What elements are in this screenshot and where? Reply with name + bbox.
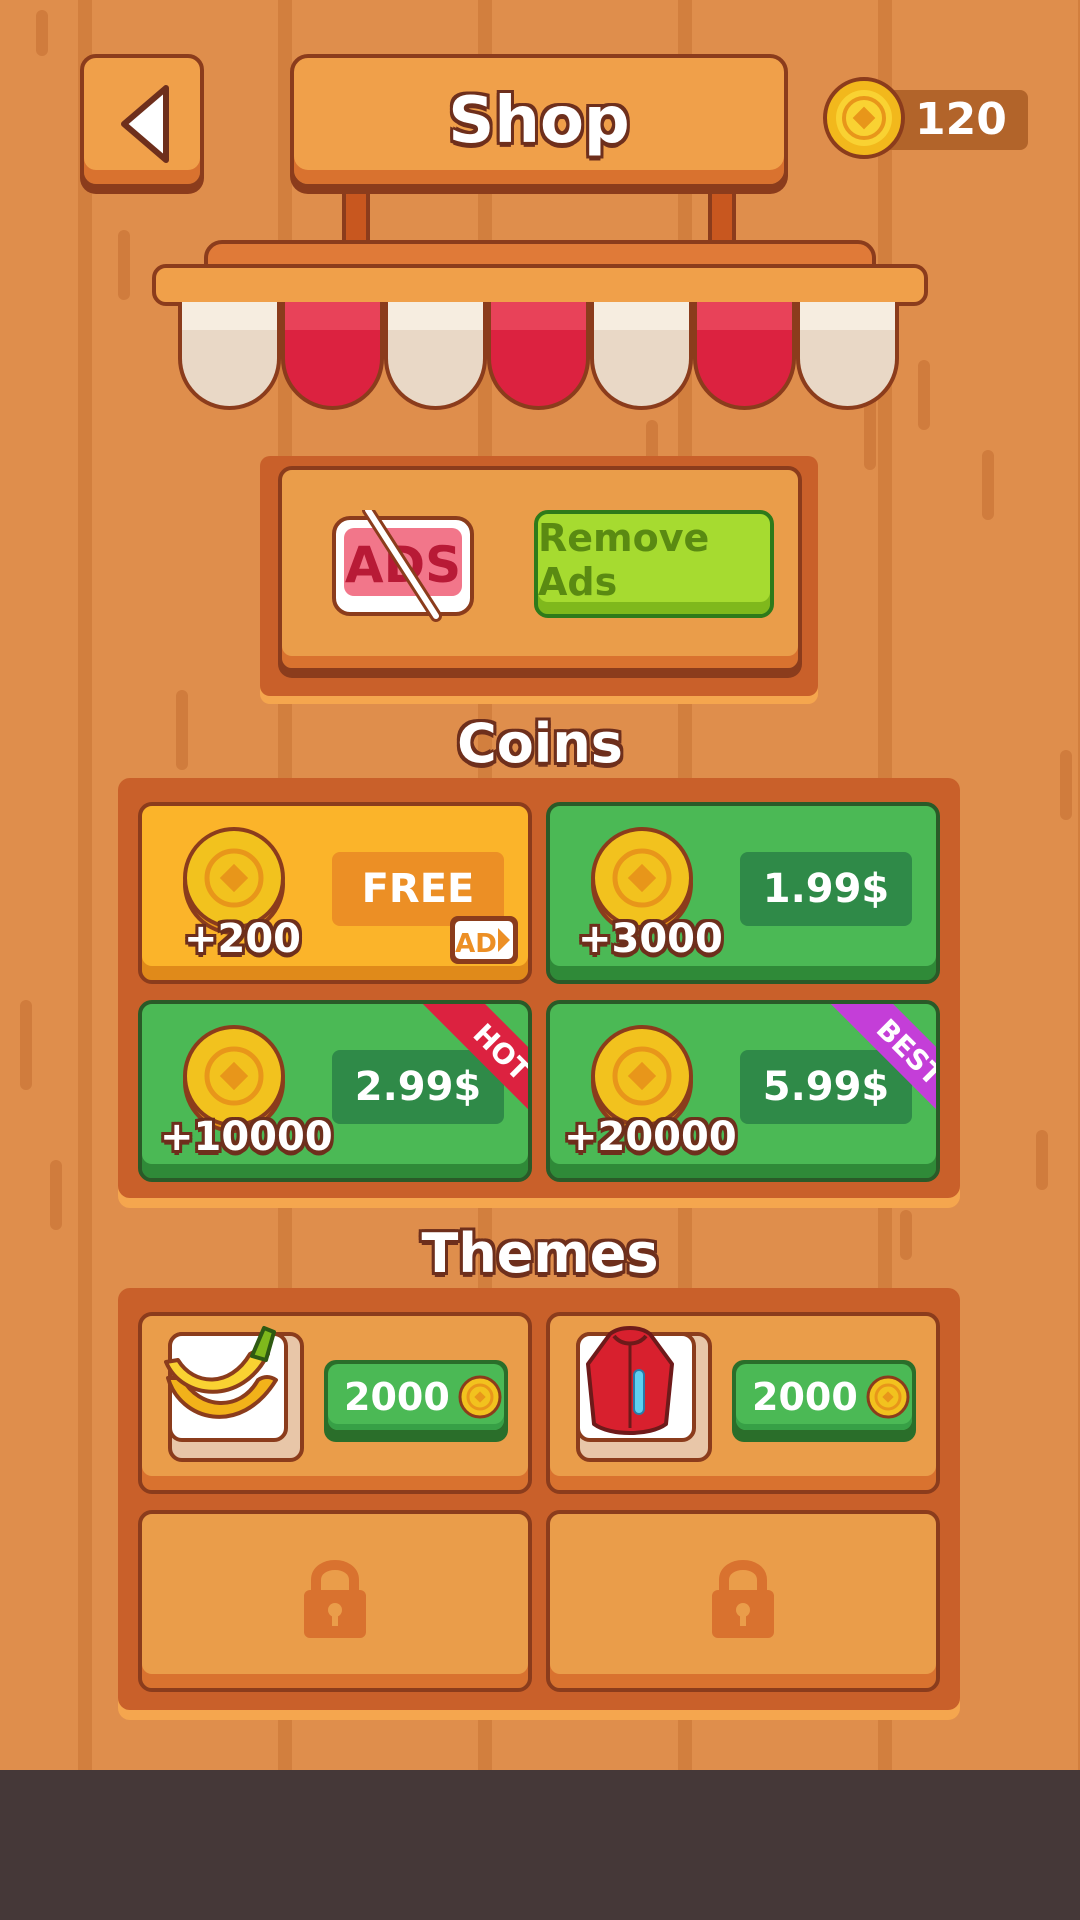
lock-icon bbox=[304, 1560, 366, 1638]
coins-section-title: Coins bbox=[457, 712, 623, 775]
hot-ribbon: HOT bbox=[412, 1004, 528, 1120]
remove-ads-button[interactable]: Remove Ads bbox=[534, 510, 774, 618]
bottom-bar bbox=[0, 1770, 1080, 1920]
back-arrow-icon bbox=[121, 85, 169, 163]
ad-badge-text: AD bbox=[455, 929, 497, 959]
coin-pack-amount: +200 bbox=[184, 916, 302, 962]
coin-pack-3000[interactable]: +3000 1.99$ bbox=[546, 802, 940, 984]
hot-ribbon-label: HOT bbox=[415, 1004, 528, 1120]
themes-grid: 2000 2000 bbox=[118, 1288, 960, 1710]
banana-icon bbox=[164, 1326, 278, 1419]
theme-price-value: 2000 bbox=[344, 1375, 450, 1419]
themes-section-title: Themes bbox=[421, 1222, 659, 1285]
no-ads-icon: ADS bbox=[332, 510, 474, 622]
theme-locked[interactable] bbox=[546, 1510, 940, 1692]
coin-pack-amount: +10000 bbox=[160, 1114, 333, 1160]
coin-pack-20000[interactable]: +20000 5.99$ BEST bbox=[546, 1000, 940, 1182]
coin-pack-amount: +3000 bbox=[578, 916, 723, 962]
page-title: Shop bbox=[448, 84, 630, 158]
remove-ads-label: Remove Ads bbox=[538, 516, 710, 604]
coins-grid: +200 FREE AD +3000 1.99$ +10000 2.99$ HO… bbox=[118, 778, 960, 1198]
back-button[interactable] bbox=[80, 54, 204, 188]
best-ribbon: BEST bbox=[820, 1004, 936, 1120]
theme-banana[interactable]: 2000 bbox=[138, 1312, 532, 1494]
theme-buy-button[interactable]: 2000 bbox=[732, 1360, 916, 1442]
watch-ad-icon: AD bbox=[450, 916, 518, 964]
theme-locked[interactable] bbox=[138, 1510, 532, 1692]
coin-balance-value: 120 bbox=[915, 94, 1007, 145]
coin-icon bbox=[823, 77, 905, 159]
theme-buy-button[interactable]: 2000 bbox=[324, 1360, 508, 1442]
coin-pack-10000[interactable]: +10000 2.99$ HOT bbox=[138, 1000, 532, 1182]
jacket-icon bbox=[586, 1326, 674, 1435]
awning-bar bbox=[152, 264, 928, 306]
best-ribbon-label: BEST bbox=[823, 1004, 936, 1120]
shop-sign: Shop bbox=[290, 54, 788, 188]
coin-pack-amount: +20000 bbox=[564, 1114, 737, 1160]
coin-pack-price: 1.99$ bbox=[740, 852, 912, 926]
coin-pack-200[interactable]: +200 FREE AD bbox=[138, 802, 532, 984]
theme-price-value: 2000 bbox=[752, 1375, 858, 1419]
theme-jacket[interactable]: 2000 bbox=[546, 1312, 940, 1494]
coin-icon bbox=[458, 1375, 502, 1419]
coin-icon bbox=[866, 1375, 910, 1419]
awning-stripes bbox=[178, 302, 904, 414]
lock-icon bbox=[712, 1560, 774, 1638]
